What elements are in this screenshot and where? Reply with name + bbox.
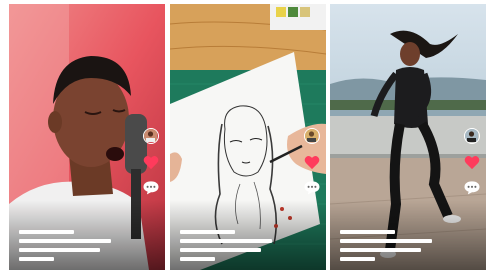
feed-card-dancer[interactable] [330, 4, 486, 270]
caption-placeholder [19, 225, 111, 261]
heart-icon[interactable] [143, 155, 159, 170]
caption-line [340, 257, 375, 261]
caption-line [19, 248, 100, 252]
avatar-icon[interactable] [304, 128, 320, 144]
feed-card-singer[interactable] [9, 4, 165, 270]
caption-line [19, 230, 75, 234]
caption-line [180, 239, 272, 243]
comment-icon[interactable] [303, 180, 321, 195]
feed-card-sketch[interactable] [170, 4, 326, 270]
caption-line [340, 239, 432, 243]
caption-placeholder [340, 225, 432, 261]
heart-icon[interactable] [304, 155, 320, 170]
caption-line [340, 230, 396, 234]
avatar-icon[interactable] [143, 128, 159, 144]
avatar-icon[interactable] [464, 128, 480, 144]
caption-line [19, 257, 54, 261]
caption-line [180, 230, 236, 234]
caption-placeholder [180, 225, 272, 261]
caption-line [180, 257, 215, 261]
caption-line [19, 239, 111, 243]
heart-icon[interactable] [464, 155, 480, 170]
caption-line [180, 248, 261, 252]
caption-line [340, 248, 421, 252]
comment-icon[interactable] [463, 180, 481, 195]
comment-icon[interactable] [142, 180, 160, 195]
